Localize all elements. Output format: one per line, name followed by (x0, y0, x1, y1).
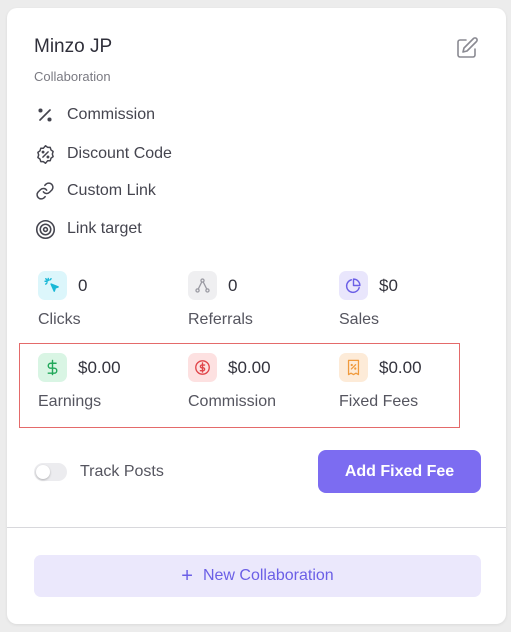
attribute-custom-link: Custom Link (34, 180, 156, 202)
collaboration-card: Minzo JP Collaboration Commission Discou… (7, 8, 506, 624)
stat-value: $0.00 (78, 357, 121, 377)
cursor-click-icon (38, 271, 67, 300)
attribute-label: Discount Code (67, 145, 172, 162)
toggle-knob (36, 465, 50, 479)
share-nodes-icon (188, 271, 217, 300)
track-posts-label: Track Posts (80, 463, 164, 480)
attribute-discount-code: Discount Code (34, 143, 172, 165)
new-collaboration-label: New Collaboration (202, 567, 334, 584)
divider (7, 527, 506, 528)
dollar-icon (38, 353, 67, 382)
add-fixed-fee-button[interactable]: Add Fixed Fee (318, 450, 481, 493)
stat-fixed-fees: $0.00 Fixed Fees (339, 353, 479, 411)
plus-icon: + (181, 565, 193, 587)
collaboration-type: Collaboration (34, 69, 111, 84)
percent-icon (34, 104, 56, 126)
attribute-label: Commission (67, 106, 156, 123)
stat-sales: $0 Sales (339, 271, 479, 329)
stat-label: Fixed Fees (339, 393, 419, 410)
stat-value: 0 (228, 275, 238, 295)
stat-label: Earnings (38, 393, 102, 410)
stat-value: $0.00 (228, 357, 271, 377)
stat-label: Referrals (188, 311, 253, 328)
new-collaboration-button[interactable]: + New Collaboration (34, 555, 481, 597)
link-icon (34, 180, 56, 202)
attribute-link-target: Link target (34, 218, 142, 240)
stat-label: Clicks (38, 311, 81, 328)
stat-label: Sales (339, 311, 380, 328)
stat-label: Commission (188, 393, 277, 410)
stat-commission: $0.00 Commission (188, 353, 328, 411)
discount-badge-icon (34, 143, 56, 165)
target-icon (34, 218, 56, 240)
stat-clicks: 0 Clicks (38, 271, 178, 329)
track-posts-toggle[interactable] (34, 463, 67, 481)
edit-icon[interactable] (455, 36, 479, 60)
stat-value: $0 (379, 275, 398, 295)
stat-earnings: $0.00 Earnings (38, 353, 178, 411)
pie-chart-icon (339, 271, 368, 300)
attribute-label: Custom Link (67, 182, 156, 199)
stat-value: 0 (78, 275, 88, 295)
receipt-icon (339, 353, 368, 382)
attribute-commission: Commission (34, 104, 155, 126)
stat-referrals: 0 Referrals (188, 271, 328, 329)
dollar-circle-icon (188, 353, 217, 382)
attribute-label: Link target (67, 220, 142, 237)
stat-value: $0.00 (379, 357, 422, 377)
collaborator-name: Minzo JP (34, 36, 113, 57)
